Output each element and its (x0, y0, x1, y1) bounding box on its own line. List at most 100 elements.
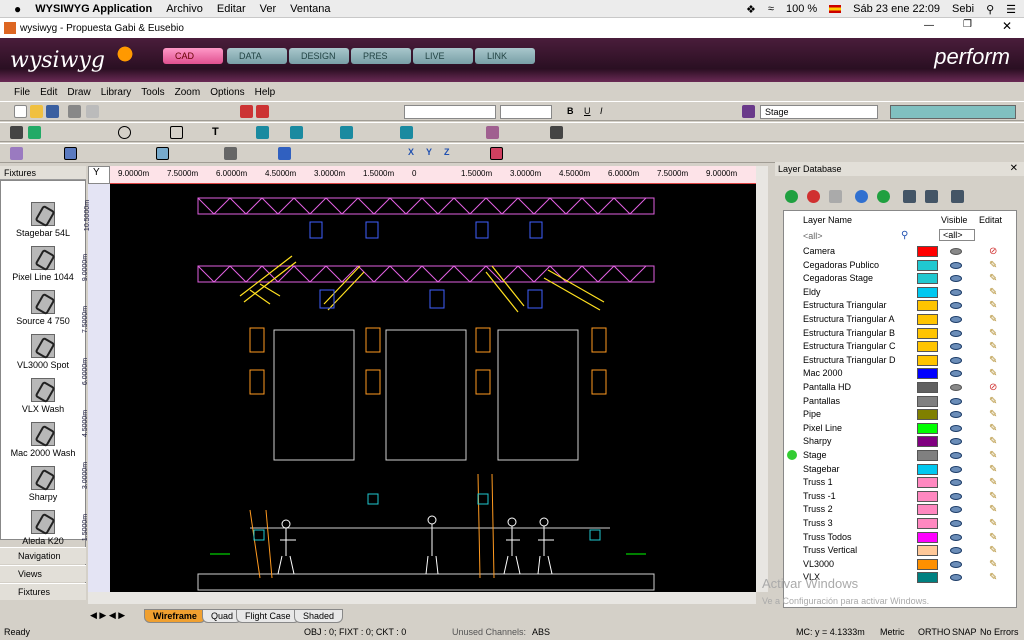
eye-icon[interactable] (950, 465, 962, 473)
fixture-item[interactable]: VLX Wash (0, 378, 86, 414)
text-icon[interactable]: T (212, 126, 219, 138)
eye-icon[interactable] (950, 424, 962, 432)
layer-color-swatch[interactable] (917, 436, 938, 448)
pencil-icon[interactable]: ✎ (989, 532, 998, 543)
layer-row[interactable]: Camera ⊘ (775, 245, 1024, 259)
eye-icon[interactable] (950, 547, 962, 555)
layer-row[interactable]: Mac 2000 ✎ (775, 367, 1024, 381)
layer-color-swatch[interactable] (917, 354, 938, 366)
view-top-icon[interactable] (156, 147, 169, 160)
tab-data[interactable]: DATA (227, 48, 287, 64)
layer-row[interactable]: Cegadoras Publico ✎ (775, 259, 1024, 273)
layer-row[interactable]: Stagebar ✎ (775, 463, 1024, 477)
canvas-hscrollbar[interactable] (88, 592, 756, 604)
tab-live[interactable]: LIVE (413, 48, 473, 64)
circle-icon[interactable] (118, 126, 131, 139)
visible-header[interactable]: Visible (941, 215, 967, 225)
layer-color-swatch[interactable] (917, 422, 938, 434)
layer-color-swatch[interactable] (917, 572, 938, 584)
layer-color-swatch[interactable] (917, 314, 938, 325)
redo-icon[interactable] (256, 105, 269, 118)
user-name[interactable]: Sebi (952, 3, 974, 15)
menu-file[interactable]: File (14, 87, 30, 98)
layer-row[interactable]: Truss -1 ✎ (775, 490, 1024, 504)
fixture-item[interactable]: Stagebar 54L (0, 202, 86, 238)
pencil-icon[interactable]: ✎ (989, 396, 998, 407)
eye-icon[interactable] (950, 356, 962, 364)
pencil-icon[interactable]: ✎ (989, 450, 998, 461)
layer-color-swatch[interactable] (917, 300, 938, 312)
layer-row[interactable]: Pixel Line ✎ (775, 422, 1024, 436)
eye-icon[interactable] (950, 397, 962, 405)
layer-row[interactable]: Truss 1 ✎ (775, 476, 1024, 490)
eye-icon[interactable] (950, 479, 962, 487)
layer-row[interactable]: Sharpy ✎ (775, 435, 1024, 449)
menu-help[interactable]: Help (255, 87, 276, 98)
canvas-vscrollbar[interactable] (756, 166, 768, 592)
layer-color-swatch[interactable] (917, 341, 938, 353)
search-icon[interactable]: ⚲ (986, 3, 994, 16)
flag-icon[interactable] (829, 5, 842, 13)
layer-row[interactable]: Stage ✎ (775, 449, 1024, 463)
layer-color-swatch[interactable] (917, 518, 938, 529)
fixture-item[interactable]: Mac 2000 Wash (0, 422, 86, 458)
layer-color-swatch[interactable] (890, 105, 1016, 119)
layer-row[interactable]: VL3000 ✎ (775, 558, 1024, 572)
pencil-icon[interactable]: ✎ (989, 559, 998, 570)
layer-row[interactable]: Pantalla HD ⊘ (775, 381, 1024, 395)
layer-color-swatch[interactable] (917, 450, 938, 461)
menu-tools[interactable]: Tools (141, 87, 164, 98)
eye-icon[interactable] (950, 411, 962, 419)
fixture-item[interactable]: VL3000 Spot (0, 334, 86, 370)
z-axis-icon[interactable]: Z (444, 147, 450, 157)
pencil-icon[interactable]: ✎ (989, 328, 998, 339)
layer-lock-icon[interactable] (925, 190, 938, 203)
font-select[interactable] (404, 105, 496, 119)
eye-icon[interactable] (950, 492, 962, 500)
menu-ver[interactable]: Ver (260, 3, 277, 15)
layer-color-swatch[interactable] (917, 504, 938, 516)
pencil-icon[interactable]: ✎ (989, 260, 998, 271)
status-ortho[interactable]: ORTHO (918, 627, 950, 637)
minimize-icon[interactable]: — (924, 20, 934, 31)
visible-filter-select[interactable]: <all> (939, 229, 975, 241)
pencil-icon[interactable]: ✎ (989, 464, 998, 475)
date-time[interactable]: Sáb 23 ene 22:09 (853, 3, 940, 15)
eye-icon[interactable] (950, 574, 962, 582)
layer-row[interactable]: Estructura Triangular ✎ (775, 299, 1024, 313)
delete-layer-icon[interactable] (807, 190, 820, 203)
open-folder-icon[interactable] (30, 105, 43, 118)
tab-design[interactable]: DESIGN (289, 48, 349, 64)
layer-info-icon[interactable] (855, 190, 868, 203)
eye-icon[interactable] (950, 329, 962, 337)
layer-color-swatch[interactable] (917, 531, 938, 543)
layer-name-filter[interactable]: <all> (803, 231, 823, 241)
menu-ventana[interactable]: Ventana (290, 3, 330, 15)
save-icon[interactable] (46, 105, 59, 118)
status-snap[interactable]: SNAP (952, 627, 977, 637)
fixture-item[interactable]: Pixel Line 1044 (0, 246, 86, 282)
editable-header[interactable]: Editat (979, 215, 1002, 225)
layer-row[interactable]: Estructura Triangular A ✎ (775, 313, 1024, 327)
menu-zoom[interactable]: Zoom (175, 87, 201, 98)
layer-row[interactable]: Truss Todos ✎ (775, 531, 1024, 545)
eye-icon[interactable] (950, 506, 962, 514)
italic-icon[interactable]: I (600, 106, 603, 116)
pencil-icon[interactable]: ✎ (989, 436, 998, 447)
line-icon[interactable] (28, 126, 41, 139)
layer-row[interactable]: Cegadoras Stage ✎ (775, 272, 1024, 286)
layer-row[interactable]: Eldy ✎ (775, 286, 1024, 300)
layer-row[interactable]: Pipe ✎ (775, 408, 1024, 422)
add-layer-icon[interactable] (785, 190, 798, 203)
tab-nav-arrows-icon[interactable]: ◀ ▶ ◀ ▶ (90, 610, 125, 621)
point-icon[interactable] (10, 126, 23, 139)
layer-color-swatch[interactable] (917, 409, 938, 421)
close-icon[interactable]: ✕ (1002, 19, 1012, 33)
layer-color-swatch[interactable] (917, 490, 938, 502)
layer-row[interactable]: Truss 2 ✎ (775, 503, 1024, 517)
layer-visibility-icon[interactable] (903, 190, 916, 203)
tab-flight-case[interactable]: Flight Case (236, 609, 300, 623)
layer-color-swatch[interactable] (917, 246, 938, 257)
menu-draw[interactable]: Draw (67, 87, 90, 98)
ruler-icon[interactable] (490, 147, 503, 160)
